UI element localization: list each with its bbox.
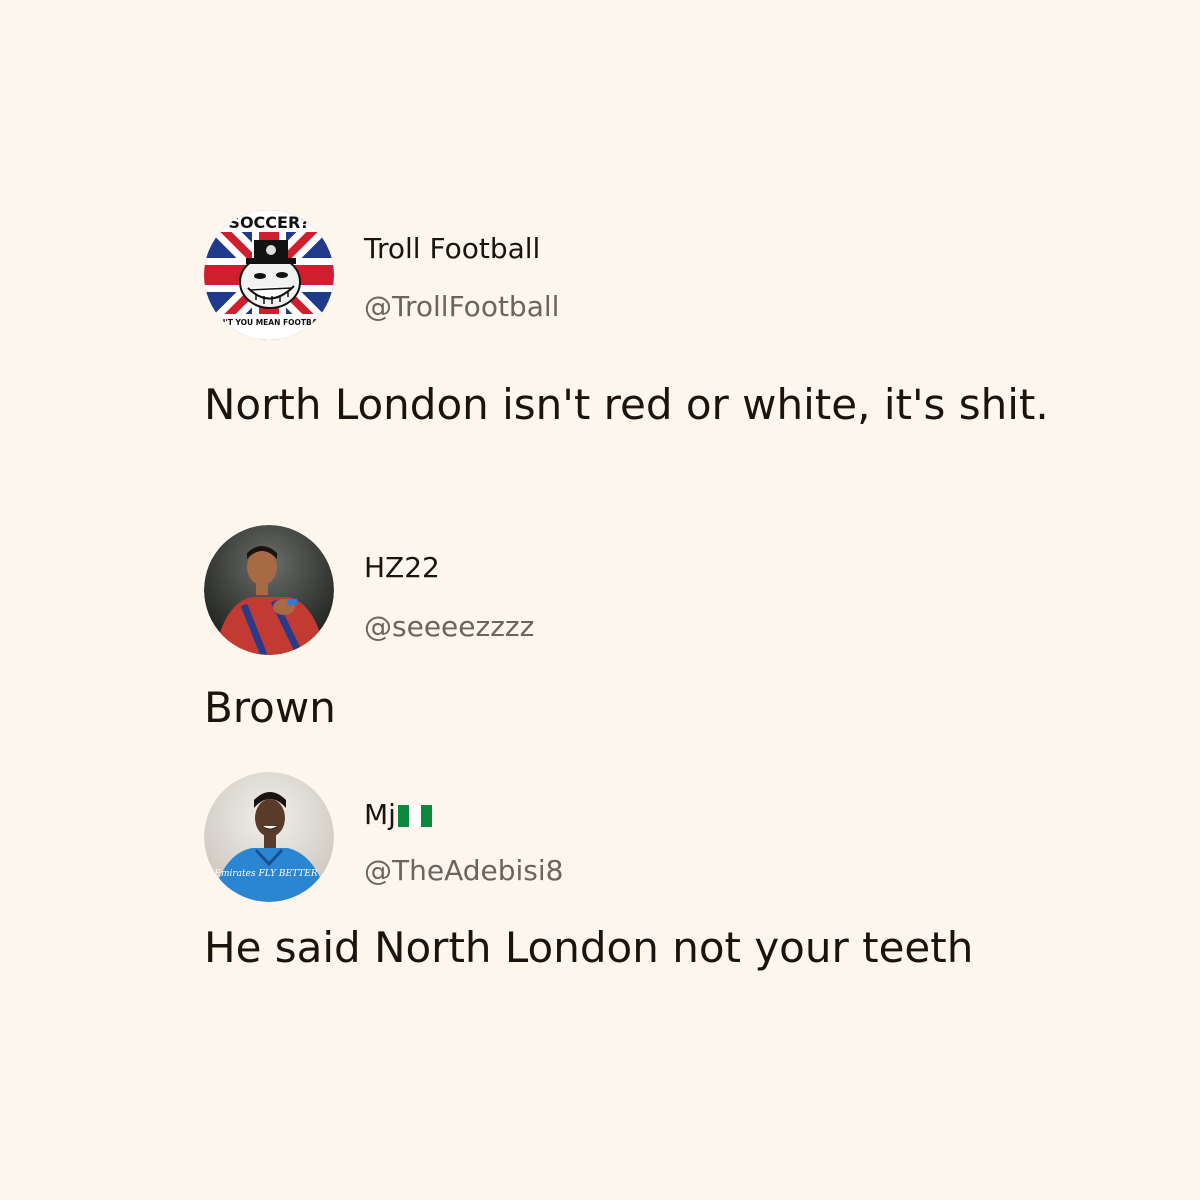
player-photo-avatar-icon: Emirates FLY BETTER [204,772,334,902]
display-name-text: Mj [364,798,396,831]
post-theadebisi8: Emirates FLY BETTER Mj @TheAdebisi8 He s… [204,772,1104,992]
post-trollfootball: SOCCER? DON'T YOU MEAN FOOTBALL? Troll F… [204,205,1104,505]
mj-avatar[interactable]: Emirates FLY BETTER [204,772,334,902]
handle[interactable]: @TheAdebisi8 [364,854,563,887]
troll-football-avatar[interactable]: SOCCER? DON'T YOU MEAN FOOTBALL? [204,210,334,340]
display-name[interactable]: HZ22 [364,551,440,584]
handle[interactable]: @seeeezzzz [364,610,534,643]
display-name[interactable]: Mj [364,798,432,831]
troll-face-union-jack-icon: SOCCER? DON'T YOU MEAN FOOTBALL? [204,210,334,340]
avatar-top-text: SOCCER? [228,213,309,232]
shirt-sponsor-text: Emirates FLY BETTER [213,869,317,879]
post-text: North London isn't red or white, it's sh… [204,380,1049,429]
player-photo-avatar-icon [204,525,334,655]
post-text: He said North London not your teeth [204,923,974,972]
display-name[interactable]: Troll Football [364,232,540,265]
post-seeeezzzz: HZ22 @seeeezzzz Brown [204,525,1104,745]
avatar-bottom-text: DON'T YOU MEAN FOOTBALL? [207,318,332,327]
handle[interactable]: @TrollFootball [364,290,559,323]
nigeria-flag-icon [397,805,432,827]
hz22-avatar[interactable] [204,525,334,655]
post-text: Brown [204,683,336,732]
